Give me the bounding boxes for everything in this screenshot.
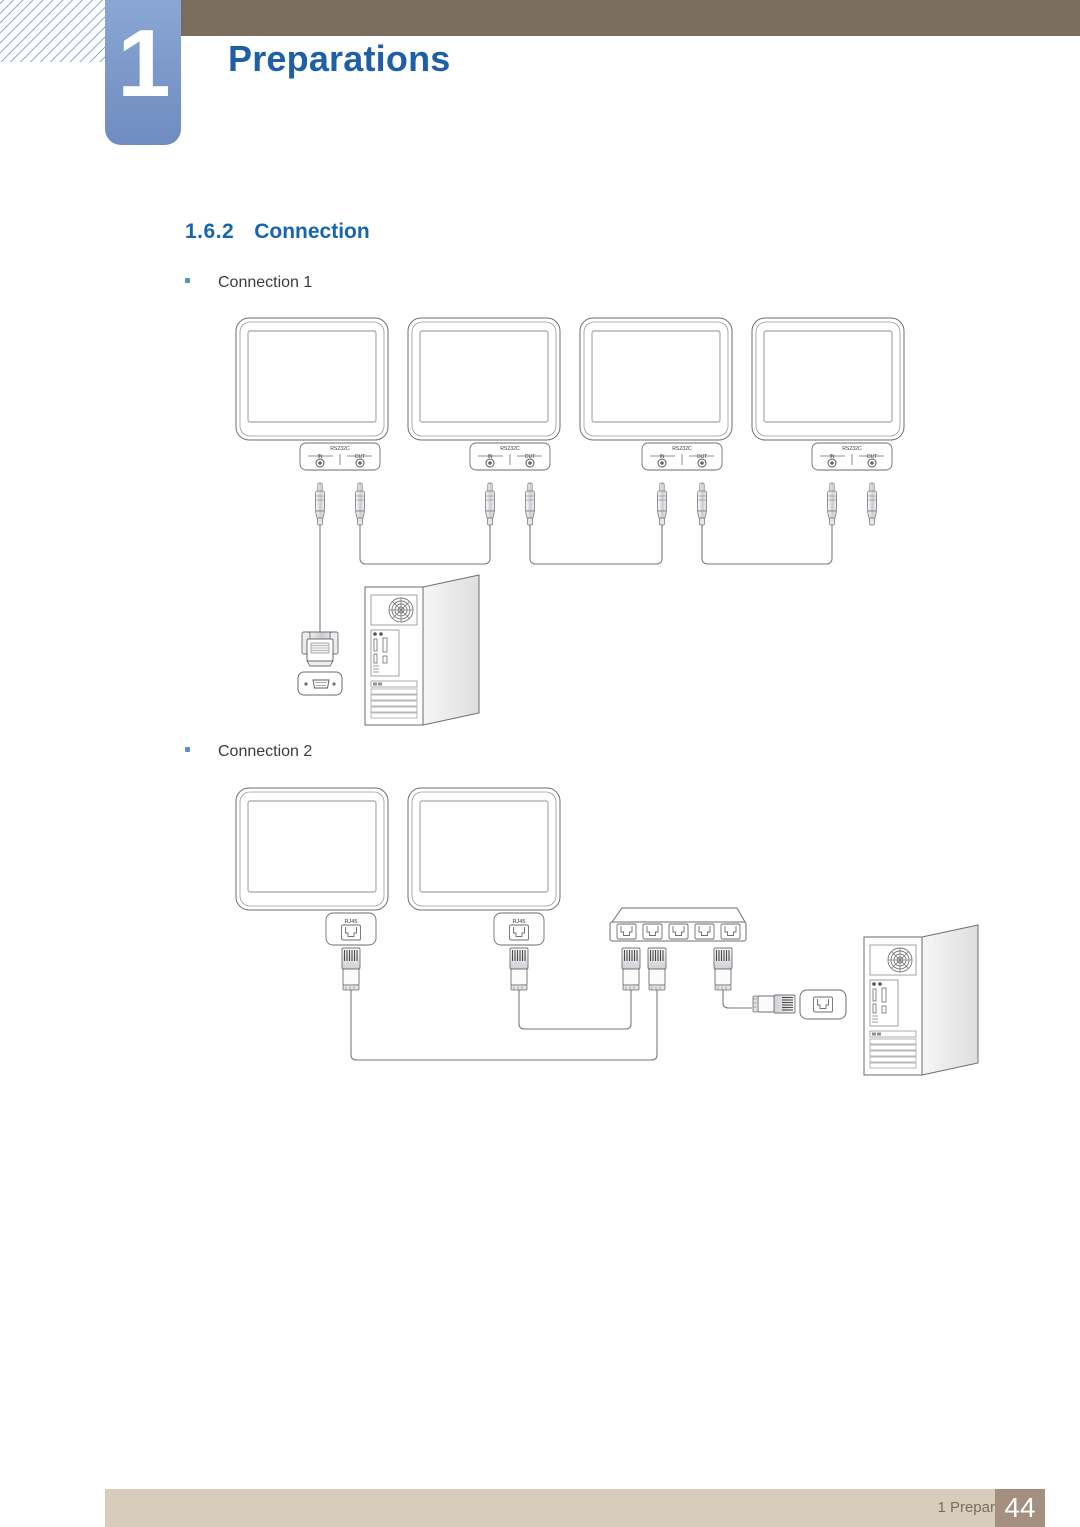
port-label-rj45: RJ45	[344, 919, 357, 925]
footer-page-number: 44	[995, 1489, 1045, 1527]
rj45-port-block: RJ45	[325, 912, 377, 946]
pc-rj45-port	[799, 989, 847, 1020]
rj45-plug	[647, 947, 667, 991]
rj45-port-block: RJ45	[493, 912, 545, 946]
rj45-plug-horizontal	[752, 994, 796, 1014]
switch-port	[720, 923, 741, 940]
rj45-plug	[341, 947, 361, 991]
switch-port	[642, 923, 663, 940]
connection-2-diagram: RJ45 RJ45	[235, 787, 979, 1076]
pc-tower	[863, 924, 979, 1076]
rj45-plug	[713, 947, 733, 991]
port-label-rj45: RJ45	[512, 919, 525, 925]
display-panel	[235, 787, 389, 911]
network-switch	[609, 907, 747, 942]
display-panel	[407, 787, 561, 911]
switch-port	[668, 923, 689, 940]
ethernet-cable	[350, 990, 752, 1061]
switch-port	[694, 923, 715, 940]
rj45-plug	[621, 947, 641, 991]
switch-port	[616, 923, 637, 940]
footer-bar: 1 Preparations	[105, 1489, 1045, 1527]
rj45-plug	[509, 947, 529, 991]
